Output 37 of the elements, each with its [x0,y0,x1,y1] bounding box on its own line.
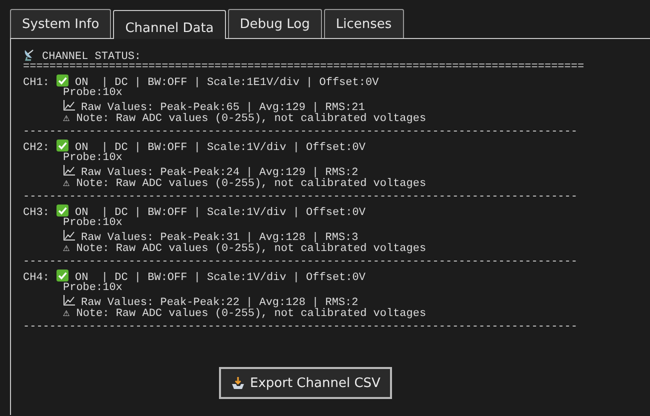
checkmark-icon [56,269,70,282]
tab[interactable]: Debug Log [228,9,322,38]
tab[interactable]: Channel Data [113,10,226,39]
note-text: ⚠ Note: Raw ADC values (0-255), not calibrated voltages [63,113,426,125]
probe-setting: Probe:10x [63,217,122,229]
separator-line: ------------------------------------------------------------------------------------ [23,321,578,333]
checkmark-icon [56,74,70,87]
tray-download-icon [231,376,245,390]
raw-values: Raw Values: Peak-Peak:65 | Avg:129 | RMS:21 [81,102,365,114]
probe-setting: Probe:10x [63,152,122,164]
probe-setting: Probe:10x [63,87,122,99]
line-chart-icon [63,165,75,176]
separator-line: ------------------------------------------------------------------------------------ [23,256,578,268]
raw-values: Raw Values: Peak-Peak:31 | Avg:128 | RMS:3 [81,232,358,244]
note-text: ⚠ Note: Raw ADC values (0-255), not calibrated voltages [63,243,426,255]
raw-values: Raw Values: Peak-Peak:24 | Avg:129 | RMS:2 [81,167,358,179]
note-text: ⚠ Note: Raw ADC values (0-255), not calibrated voltages [63,178,426,190]
export-button[interactable]: Export Channel CSV [219,367,392,399]
channel-label: CH4: [23,272,50,284]
line-chart-icon [63,295,75,306]
separator-line: ===================================================================================== [23,61,584,73]
raw-values: Raw Values: Peak-Peak:22 | Avg:128 | RMS:2 [81,297,358,309]
checkmark-icon [56,139,70,152]
tab[interactable]: Licenses [324,9,404,38]
checkmark-icon [56,204,70,217]
satellite-dish-icon [23,48,36,61]
channel-label: CH3: [23,207,50,219]
separator-line: ------------------------------------------------------------------------------------ [23,126,578,138]
channel-label: CH1: [23,77,50,89]
note-text: ⚠ Note: Raw ADC values (0-255), not calibrated voltages [63,308,426,320]
channel-label: CH2: [23,142,50,154]
line-chart-icon [63,230,75,241]
section-title: CHANNEL STATUS: [42,51,142,63]
tab[interactable]: System Info [10,9,112,38]
probe-setting: Probe:10x [63,282,122,294]
separator-line: ------------------------------------------------------------------------------------ [23,191,578,203]
line-chart-icon [63,100,75,111]
